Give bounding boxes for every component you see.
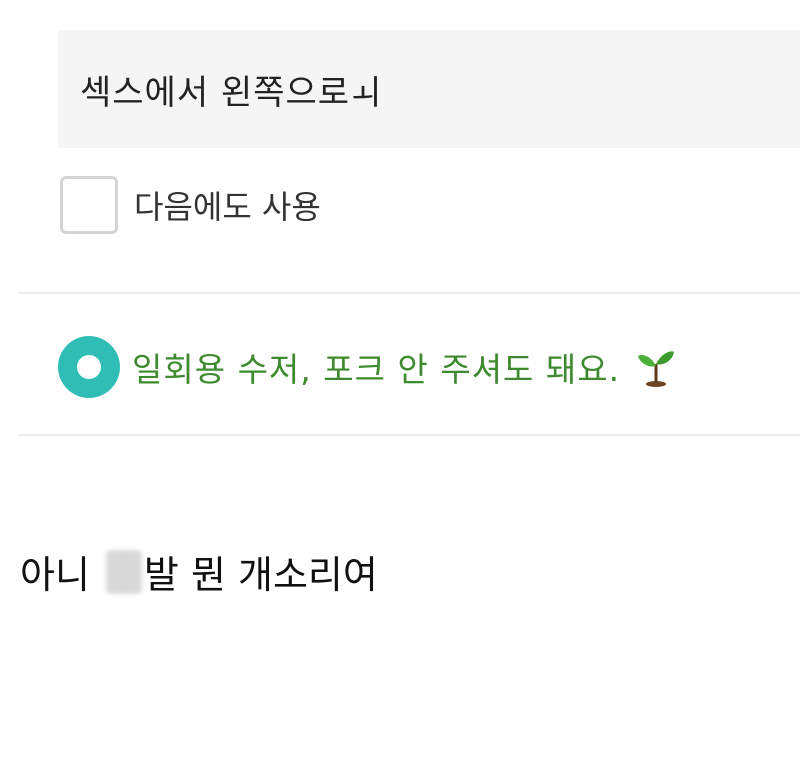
section-divider-top bbox=[18, 292, 800, 294]
order-request-screen: 섹스에서 왼쪽으로ㅚ 다음에도 사용 일회용 수저, 포크 안 주셔도 돼요. … bbox=[0, 0, 800, 781]
comment-text-after: 발 뭔 개소리여 bbox=[143, 553, 378, 597]
no-cutlery-radio-selected[interactable] bbox=[58, 336, 120, 398]
no-cutlery-option[interactable]: 일회용 수저, 포크 안 주셔도 돼요. bbox=[58, 336, 676, 398]
reuse-checkbox[interactable] bbox=[60, 176, 118, 234]
censored-blur bbox=[105, 549, 142, 594]
radio-dot bbox=[77, 355, 101, 379]
reuse-checkbox-label: 다음에도 사용 bbox=[134, 188, 321, 226]
comment-text-before: 아니 bbox=[20, 553, 90, 597]
reuse-next-time-option[interactable]: 다음에도 사용 bbox=[60, 176, 321, 234]
no-cutlery-label: 일회용 수저, 포크 안 주셔도 돼요. bbox=[132, 350, 621, 389]
request-text: 섹스에서 왼쪽으로ㅚ bbox=[80, 72, 383, 113]
section-divider-bottom bbox=[18, 434, 800, 436]
seedling-icon bbox=[636, 346, 676, 388]
reaction-comment: 아니 발 뭔 개소리여 bbox=[20, 544, 378, 599]
request-input-field[interactable]: 섹스에서 왼쪽으로ㅚ bbox=[58, 30, 800, 148]
